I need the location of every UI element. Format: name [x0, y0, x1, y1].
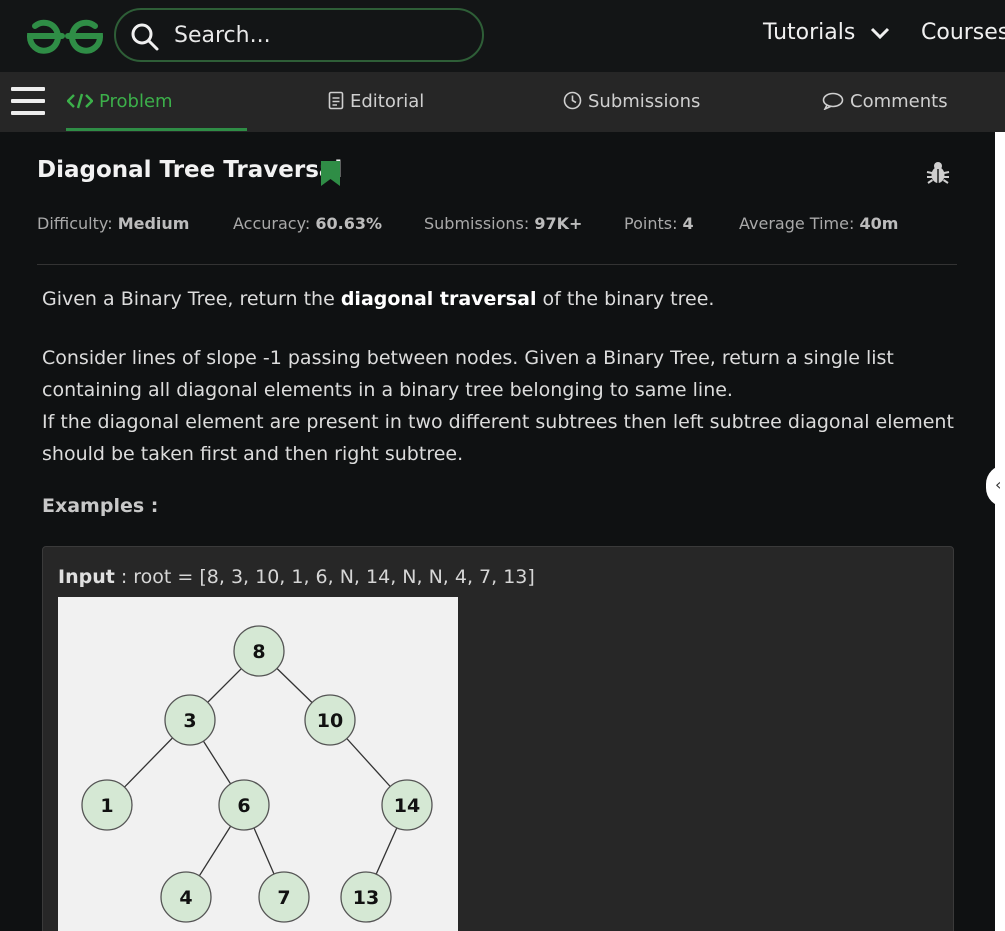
nav-tutorials[interactable]: Tutorials [763, 20, 890, 45]
difficulty-value: Medium [117, 214, 190, 233]
average-time-value: 40m [859, 214, 899, 233]
tab-comments[interactable]: Comments [822, 91, 948, 112]
chevron-down-icon [871, 27, 890, 40]
description-paragraph-2: If the diagonal element are present in t… [42, 411, 954, 465]
difficulty-meta: Difficulty: Medium [37, 214, 189, 233]
gfg-logo-icon[interactable] [26, 18, 104, 54]
description-paragraph-1: Consider lines of slope -1 passing betwe… [42, 347, 894, 401]
tab-problem-label: Problem [99, 91, 173, 112]
problem-tab-bar: Problem Editorial Submissions Comments [0, 72, 1005, 132]
tab-submissions[interactable]: Submissions [563, 91, 700, 112]
header-divider [37, 264, 957, 265]
input-label: Input [58, 566, 115, 588]
tree-node-label: 1 [100, 795, 113, 817]
tree-node-label: 14 [394, 795, 420, 817]
nav-courses[interactable]: Courses [921, 20, 1005, 45]
average-time-meta: Average Time: 40m [739, 214, 898, 233]
active-tab-indicator [66, 128, 247, 131]
clock-icon [563, 91, 582, 110]
submissions-value: 97K+ [534, 214, 583, 233]
accuracy-label: Accuracy: [233, 214, 311, 233]
report-bug-icon[interactable] [925, 160, 951, 186]
tree-node-label: 3 [183, 710, 196, 732]
average-time-label: Average Time: [739, 214, 855, 233]
search-input[interactable]: Search... [174, 23, 271, 48]
menu-icon[interactable] [11, 87, 45, 117]
collapse-panel-handle[interactable]: ‹ [986, 465, 1005, 507]
points-label: Points: [624, 214, 678, 233]
tree-node-label: 13 [353, 887, 379, 909]
top-header: Search... Tutorials Courses [0, 0, 1005, 72]
examples-heading: Examples : [42, 495, 159, 517]
submissions-meta: Submissions: 97K+ [424, 214, 582, 233]
difficulty-label: Difficulty: [37, 214, 113, 233]
chevron-left-icon: ‹ [995, 475, 1002, 494]
accuracy-value: 60.63% [315, 214, 383, 233]
intro-text-end: of the binary tree. [536, 288, 715, 310]
code-icon [67, 93, 93, 109]
document-icon [328, 91, 344, 110]
intro-highlight: diagonal traversal [340, 288, 537, 310]
comment-icon [822, 92, 844, 110]
points-value: 4 [682, 214, 694, 233]
bookmark-icon[interactable] [321, 161, 340, 186]
tree-node-label: 10 [317, 710, 343, 732]
example-input: Input : root = [8, 3, 10, 1, 6, N, 14, N… [58, 566, 535, 588]
tab-submissions-label: Submissions [588, 91, 701, 112]
tree-node-label: 4 [179, 887, 192, 909]
tab-editorial[interactable]: Editorial [328, 91, 424, 112]
binary-tree-diagram: 8 3 10 1 6 14 4 7 13 [58, 597, 458, 931]
tree-node-label: 6 [237, 795, 250, 817]
submissions-label: Submissions: [424, 214, 530, 233]
points-meta: Points: 4 [624, 214, 694, 233]
nav-courses-label: Courses [921, 20, 1005, 45]
problem-intro: Given a Binary Tree, return the diagonal… [42, 288, 714, 310]
tree-node-label: 7 [277, 887, 290, 909]
search-icon [131, 23, 159, 51]
tree-node-label: 8 [252, 641, 265, 663]
intro-text-start: Given a Binary Tree, return the [42, 288, 341, 310]
binary-tree-svg: 8 3 10 1 6 14 4 7 13 [81, 625, 433, 923]
tab-problem[interactable]: Problem [67, 91, 173, 112]
nav-tutorials-label: Tutorials [763, 20, 856, 45]
tab-editorial-label: Editorial [350, 91, 425, 112]
problem-title: Diagonal Tree Traversal [37, 157, 343, 183]
search-bar[interactable]: Search... [114, 8, 484, 62]
tab-comments-label: Comments [850, 91, 948, 112]
problem-description: Consider lines of slope -1 passing betwe… [42, 342, 972, 470]
accuracy-meta: Accuracy: 60.63% [233, 214, 382, 233]
side-panel-edge [995, 132, 1005, 931]
input-value: : root = [8, 3, 10, 1, 6, N, 14, N, N, 4… [114, 566, 535, 588]
